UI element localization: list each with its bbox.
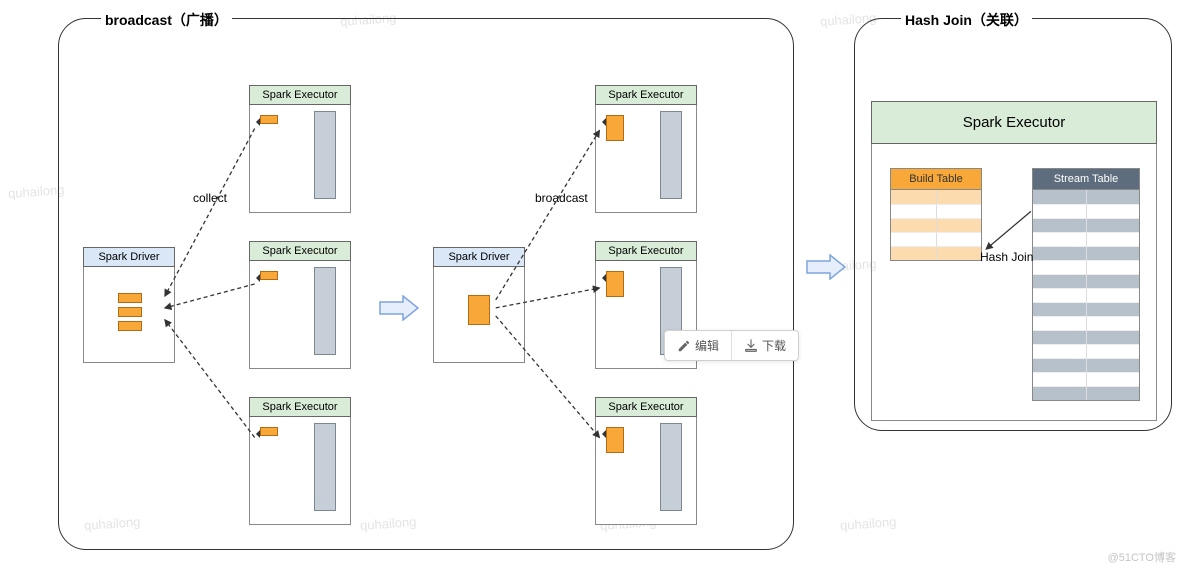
spark-executor-label: Spark Executor <box>595 241 697 261</box>
spark-executor-collect-3: Spark Executor <box>249 397 351 525</box>
stream-table: Stream Table <box>1032 168 1140 401</box>
spark-executor-collect-1: Spark Executor <box>249 85 351 213</box>
hash-join-panel: Hash Join（关联） Spark Executor Build Table… <box>854 18 1172 431</box>
broadcast-panel: broadcast（广播） Spark Driver Spark Executo… <box>58 18 794 550</box>
partition-chip-icon <box>260 115 278 124</box>
broadcast-chip-icon <box>606 115 624 141</box>
download-button[interactable]: 下载 <box>732 331 798 360</box>
spark-executor-label: Spark Executor <box>871 101 1157 144</box>
step-arrow-icon <box>806 254 846 280</box>
data-bar-icon <box>314 423 336 511</box>
partition-chip-icon <box>260 271 278 280</box>
build-table-header: Build Table <box>891 169 981 190</box>
hash-join-label: Hash Join <box>980 250 1033 264</box>
data-bar-icon <box>314 111 336 199</box>
broadcast-chip-icon <box>606 427 624 453</box>
spark-executor-label: Spark Executor <box>595 85 697 105</box>
data-bar-icon <box>660 423 682 511</box>
spark-executor-collect-2: Spark Executor <box>249 241 351 369</box>
spark-executor-broadcast-3: Spark Executor <box>595 397 697 525</box>
spark-driver-collect: Spark Driver <box>83 247 175 363</box>
partition-chip-icon <box>260 427 278 436</box>
download-button-label: 下载 <box>762 337 786 354</box>
edit-button-label: 编辑 <box>695 337 719 354</box>
edit-icon <box>677 339 691 353</box>
broadcast-table-icon <box>468 295 490 325</box>
hash-join-panel-title: Hash Join（关联） <box>901 10 1032 30</box>
collected-chips-icon <box>118 293 142 331</box>
watermark: quhailong <box>840 514 897 533</box>
edit-button[interactable]: 编辑 <box>665 331 732 360</box>
stream-table-header: Stream Table <box>1033 169 1139 190</box>
collect-label: collect <box>193 191 227 205</box>
download-icon <box>744 339 758 353</box>
spark-executor-label: Spark Executor <box>249 241 351 261</box>
credit-text: @51CTO博客 <box>1108 549 1176 565</box>
data-bar-icon <box>660 111 682 199</box>
spark-executor-label: Spark Executor <box>595 397 697 417</box>
step-arrow-icon <box>379 295 419 321</box>
hash-join-executor: Spark Executor Build Table Stream Table <box>871 101 1157 421</box>
spark-executor-label: Spark Executor <box>249 397 351 417</box>
broadcast-panel-title: broadcast（广播） <box>101 10 232 30</box>
broadcast-chip-icon <box>606 271 624 297</box>
watermark: quhailong <box>8 182 65 201</box>
data-bar-icon <box>314 267 336 355</box>
build-table: Build Table <box>890 168 982 261</box>
spark-executor-label: Spark Executor <box>249 85 351 105</box>
spark-driver-broadcast: Spark Driver <box>433 247 525 363</box>
image-toolbar: 编辑 下载 <box>664 330 799 361</box>
spark-driver-label: Spark Driver <box>83 247 175 267</box>
spark-executor-broadcast-1: Spark Executor <box>595 85 697 213</box>
spark-driver-label: Spark Driver <box>433 247 525 267</box>
broadcast-label: broadcast <box>535 191 588 205</box>
